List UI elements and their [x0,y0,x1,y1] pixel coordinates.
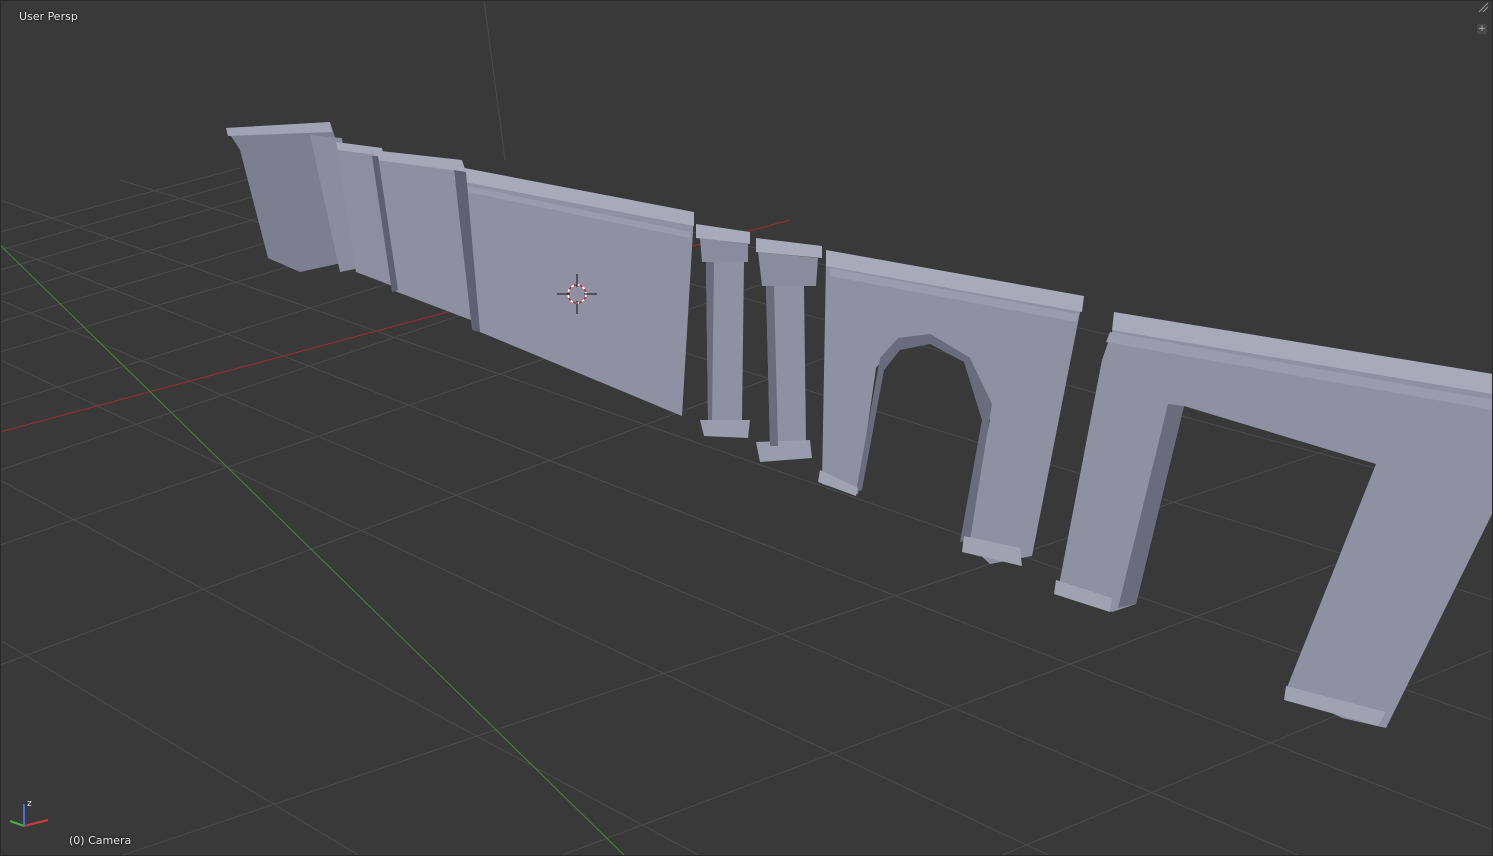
scene-canvas[interactable] [0,0,1493,856]
view-label: User Persp [19,10,78,23]
axis-z-label: z [27,799,32,809]
plus-icon[interactable]: + [1477,24,1487,34]
frame-right-leg[interactable] [1286,464,1493,728]
arch-wall[interactable] [822,262,1082,564]
area-split-icon[interactable] [1478,2,1489,13]
wall-meshes[interactable] [226,122,1493,728]
3d-viewport[interactable]: User Persp (0) Camera + z [0,0,1493,856]
axis-gizmo: z [9,799,49,827]
active-object-label: (0) Camera [69,834,132,847]
axis-x-icon [23,819,49,827]
axis-y-icon [9,820,25,827]
